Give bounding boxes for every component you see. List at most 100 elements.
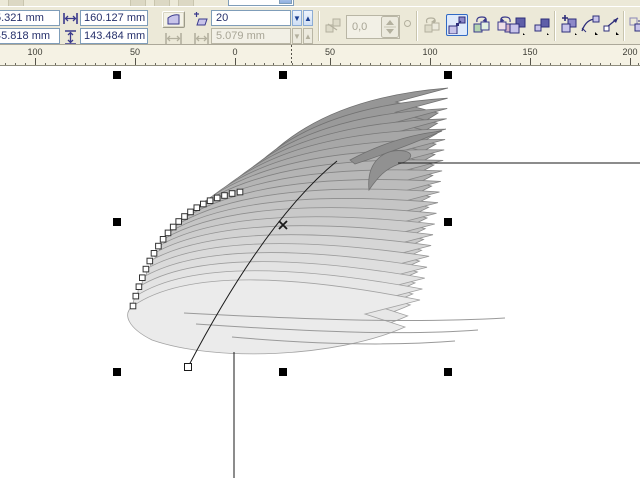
blend-spacing-icon — [194, 33, 209, 44]
ruler-cursor-mark — [291, 45, 292, 65]
drawing-area[interactable] — [0, 66, 640, 480]
ruler-tick-dot — [292, 63, 293, 65]
path-properties-icon — [580, 15, 600, 35]
ruler-tick — [330, 58, 331, 65]
ruler-tick-dot — [205, 63, 206, 65]
ruler-tick-dot — [600, 63, 601, 65]
direct-blend-button[interactable] — [446, 14, 468, 36]
ruler-tick-dot — [370, 63, 371, 65]
object-position-x-field[interactable]: 5.321 mm — [0, 10, 60, 26]
combo-dropdown-icon[interactable] — [279, 0, 292, 4]
ruler-tick-dot — [25, 63, 26, 65]
blend-node[interactable] — [170, 224, 176, 230]
selection-handle[interactable] — [279, 71, 287, 79]
blend-node[interactable] — [182, 214, 188, 220]
spin-down-icon[interactable]: ▼ — [292, 10, 302, 26]
blend-node[interactable] — [207, 198, 213, 204]
blend-node[interactable] — [136, 284, 142, 290]
path-node[interactable] — [185, 364, 192, 371]
ruler-tick — [235, 58, 236, 65]
ruler-tick — [35, 58, 36, 65]
ruler-tick-dot — [273, 63, 274, 65]
ruler-tick-dot — [340, 63, 341, 65]
blend-spacing-field: 5.079 mm — [211, 28, 291, 44]
ruler-tick-dot — [311, 63, 312, 65]
blend-node[interactable] — [133, 293, 139, 299]
selection-handle[interactable] — [113, 71, 121, 79]
ruler-tick-dot — [580, 63, 581, 65]
start-end-objects-button[interactable] — [558, 14, 580, 36]
blend-node[interactable] — [156, 243, 162, 249]
ruler-tick-dot — [215, 63, 216, 65]
blend-node[interactable] — [151, 251, 157, 257]
ruler-tick — [530, 58, 531, 65]
horizontal-ruler[interactable]: 10050050100150200 — [0, 45, 640, 66]
selection-handle[interactable] — [113, 218, 121, 226]
blend-node[interactable] — [130, 303, 136, 309]
divider — [318, 11, 320, 41]
object-position-y-field[interactable]: 45.818 mm — [0, 28, 60, 44]
selection-handle[interactable] — [279, 368, 287, 376]
more-blend-options-button[interactable] — [600, 14, 622, 36]
selection-handle[interactable] — [444, 368, 452, 376]
horizontal-size-icon — [63, 13, 78, 24]
selection-handle[interactable] — [444, 71, 452, 79]
degree-symbol — [404, 20, 411, 27]
clockwise-blend-button[interactable] — [470, 14, 492, 36]
blend-steps-toggle-button[interactable] — [162, 11, 185, 28]
blend-node[interactable] — [214, 195, 220, 201]
blend-node[interactable] — [237, 189, 243, 195]
ruler-tick-dot — [245, 63, 246, 65]
ruler-label: 100 — [422, 47, 437, 57]
ruler-tick-dot — [360, 63, 361, 65]
copy-blend-properties-button[interactable] — [627, 14, 640, 36]
ruler-tick-dot — [450, 63, 451, 65]
ruler-tick-dot — [570, 63, 571, 65]
ruler-tick — [430, 58, 431, 65]
path-properties-button[interactable] — [579, 14, 601, 36]
selection-handle[interactable] — [113, 368, 121, 376]
blend-node[interactable] — [222, 193, 228, 199]
ruler-tick-dot — [175, 63, 176, 65]
object-color-acceleration-button[interactable] — [506, 14, 528, 36]
blend-node[interactable] — [147, 258, 153, 264]
blend-node[interactable] — [229, 191, 235, 197]
blend-node[interactable] — [201, 201, 207, 207]
ruler-tick-dot — [620, 63, 621, 65]
ruler-tick-dot — [440, 63, 441, 65]
object-size-width-field[interactable]: 160.127 mm — [80, 10, 148, 26]
blend-node[interactable] — [140, 275, 146, 281]
blend-node[interactable] — [176, 219, 182, 225]
ruler-tick-dot — [85, 63, 86, 65]
blend-steps-field[interactable]: 20 — [211, 10, 291, 26]
ruler-tick-dot — [195, 63, 196, 65]
spin-up-icon: ▲ — [303, 28, 313, 44]
ruler-tick-dot — [115, 63, 116, 65]
ruler-tick-dot — [560, 63, 561, 65]
blend-node[interactable] — [194, 205, 200, 211]
ruler-tick-dot — [510, 63, 511, 65]
ruler-tick-dot — [283, 63, 284, 65]
ruler-tick-dot — [420, 63, 421, 65]
blend-node[interactable] — [143, 266, 149, 272]
blend-node[interactable] — [188, 209, 194, 215]
ruler-tick-dot — [400, 63, 401, 65]
copy-blend-properties-icon — [629, 16, 640, 34]
blend-node[interactable] — [160, 237, 166, 243]
divider — [623, 11, 625, 41]
ruler-tick-dot — [125, 63, 126, 65]
accelerate-sizing-button[interactable] — [530, 14, 552, 36]
divider — [416, 11, 418, 41]
fixed-spacing-toggle-icon[interactable] — [165, 33, 182, 44]
ruler-tick-dot — [321, 63, 322, 65]
spin-down-icon: ▼ — [292, 28, 302, 44]
loop-blend-button — [421, 14, 443, 36]
start-end-objects-icon — [559, 15, 579, 35]
blend-node[interactable] — [165, 230, 171, 236]
loop-blend-icon — [423, 16, 441, 34]
drawing-canvas[interactable] — [0, 66, 640, 480]
selection-handle[interactable] — [444, 218, 452, 226]
object-size-height-field[interactable]: 143.484 mm — [80, 28, 148, 44]
ruler-tick-dot — [590, 63, 591, 65]
spin-up-icon[interactable]: ▲ — [303, 10, 313, 26]
